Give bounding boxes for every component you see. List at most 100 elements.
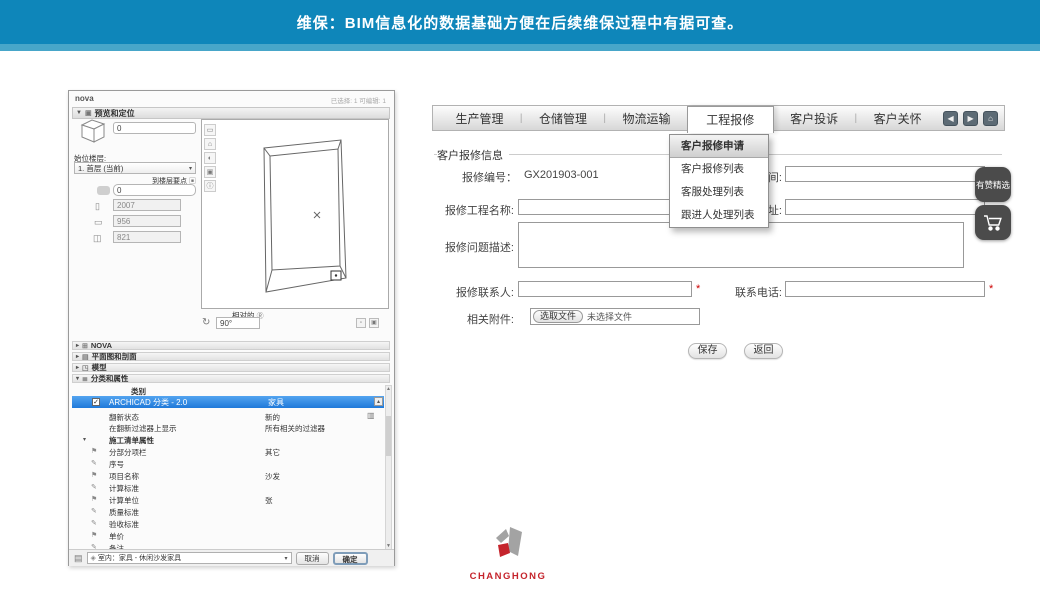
view-toggle-1-icon[interactable]: ▫: [356, 318, 366, 328]
row-spinner-icon[interactable]: ▴: [374, 397, 383, 406]
classification-panel-icon: ≣: [82, 375, 88, 383]
menu-item-repair-request[interactable]: 客户报修申请: [670, 135, 768, 158]
nav-home-icon[interactable]: ⌂: [983, 111, 998, 126]
nav-forward-icon[interactable]: ▶: [963, 111, 978, 126]
viewport-toolbar: ▭ ⌂ ◐ ▣ ⓘ: [204, 124, 217, 192]
depth-dimension-icon: ◫: [93, 233, 102, 244]
changhong-wordmark: CHANGHONG: [468, 571, 548, 582]
attachment-label: 相关附件:: [444, 311, 514, 327]
elevation-icon: [97, 186, 110, 195]
dialog-selection-note: 已选择: 1 可编辑: 1: [331, 95, 386, 105]
finish-time-input[interactable]: [785, 166, 985, 182]
menu-item-repair-list[interactable]: 客户报修列表: [670, 158, 768, 181]
repair-webapp: 生产管理 | 仓储管理 | 物流运输 工程报修 客户投诉 | 客户关怀 ◀ ▶ …: [432, 105, 1005, 390]
menu-item-service-list[interactable]: 客服处理列表: [670, 181, 768, 204]
form-section-title: 客户报修信息: [437, 147, 509, 163]
library-icon: ▤: [74, 553, 83, 564]
property-flag-icon: ⚑: [91, 471, 97, 479]
tab-engineering-repair[interactable]: 工程报修: [687, 106, 774, 133]
element-path-dropdown[interactable]: ◈ 室内：家具 - 休闲沙发家具 ▾: [87, 552, 292, 564]
offset-input[interactable]: [113, 122, 196, 134]
panel-floorplan-section[interactable]: ▸ ▤ 平面图和剖面: [72, 352, 390, 361]
classification-selected-row[interactable]: ✓ ARCHICAD 分类 - 2.0 家具 ▴: [72, 396, 384, 408]
home-story-value: 1. 首层 (当前): [78, 163, 123, 174]
menu-item-follow-list[interactable]: 跟进人处理列表: [670, 204, 768, 227]
dialog-footer: ▤ ◈ 室内：家具 - 休闲沙发家具 ▾ 取消 确定: [69, 549, 394, 566]
changhong-emblem-icon: [489, 524, 527, 564]
property-pencil-icon: ✎: [91, 507, 97, 515]
expand-triangle-icon: ▸: [76, 342, 79, 349]
panel-classification-properties[interactable]: ▾ ≣ 分类和属性: [72, 374, 390, 383]
property-pencil-icon: ✎: [91, 519, 97, 527]
panel-model[interactable]: ▸ ◳ 模型: [72, 363, 390, 372]
banner-bottom-strip: [0, 44, 1040, 51]
property-flag-icon: ⚑: [91, 447, 97, 455]
main-tab-bar: 生产管理 | 仓储管理 | 物流运输 工程报修 客户投诉 | 客户关怀 ◀ ▶ …: [432, 105, 1005, 131]
marquee-view-icon[interactable]: ▭: [204, 124, 216, 136]
shopping-cart-icon: [983, 214, 1003, 232]
phone-input[interactable]: [785, 281, 985, 297]
tab-customer-complaint[interactable]: 客户投诉: [774, 110, 855, 127]
scroll-up-icon[interactable]: ▲: [386, 386, 391, 393]
expand-triangle-icon: ▸: [76, 353, 79, 360]
problem-desc-label: 报修问题描述:: [432, 239, 514, 255]
preview-viewport[interactable]: ▭ ⌂ ◐ ▣ ⓘ: [201, 119, 389, 309]
classification-name: ARCHICAD 分类 - 2.0: [109, 397, 187, 408]
back-button[interactable]: 返回: [744, 343, 783, 359]
phone-label: 联系电话:: [712, 284, 782, 300]
cancel-button[interactable]: 取消: [296, 552, 329, 565]
photo-view-icon[interactable]: ▣: [204, 166, 216, 178]
required-asterisk: *: [989, 283, 993, 295]
home-story-dropdown[interactable]: 1. 首层 (当前) ▾: [74, 162, 196, 174]
cart-float-button[interactable]: [975, 205, 1011, 240]
3d-view-icon[interactable]: ◐: [204, 152, 216, 164]
floorplan-panel-icon: ▤: [82, 353, 89, 361]
dimension-2-input[interactable]: [113, 215, 181, 227]
repair-no-label: 报修编号：: [462, 169, 517, 185]
view-toggle-2-icon[interactable]: ▣: [369, 318, 379, 328]
nav-back-icon[interactable]: ◀: [943, 111, 958, 126]
tab-warehouse[interactable]: 仓储管理: [523, 110, 604, 127]
no-file-text: 未选择文件: [587, 310, 632, 323]
ok-button[interactable]: 确定: [333, 552, 368, 565]
top-banner: 维保：BIM信息化的数据基础方便在后续维保过程中有据可查。: [0, 0, 1040, 44]
dropdown-arrow-icon: ▾: [285, 555, 288, 562]
property-flag-icon: ⚑: [91, 495, 97, 503]
checkbox-icon[interactable]: ✓: [92, 398, 100, 406]
project-addr-input[interactable]: [785, 199, 985, 215]
object-preview-cube-icon: [76, 116, 108, 146]
dialog-title: nova: [75, 94, 94, 103]
project-name-input[interactable]: [518, 199, 692, 215]
contact-input[interactable]: [518, 281, 692, 297]
panel-preview-and-positioning[interactable]: ▼ ▣ 预览和定位: [72, 107, 390, 119]
changhong-logo: CHANGHONG: [468, 524, 548, 582]
rotate-icon[interactable]: ↻: [202, 317, 210, 328]
info-icon[interactable]: ⓘ: [204, 180, 216, 192]
tab-customer-care[interactable]: 客户关怀: [857, 110, 938, 127]
property-pencil-icon: ✎: [91, 483, 97, 491]
elevation-input[interactable]: [113, 184, 196, 196]
collapse-triangle-icon: ▾: [83, 436, 86, 443]
property-flag-icon: ⚑: [91, 531, 97, 539]
properties-scrollbar[interactable]: ▲ ▼: [385, 385, 392, 551]
tab-production[interactable]: 生产管理: [439, 110, 520, 127]
angle-input[interactable]: [216, 317, 260, 329]
repair-dropdown-menu: 客户报修申请 客户报修列表 客服处理列表 跟进人处理列表: [669, 134, 769, 228]
renovation-columns-icon: ▥: [367, 411, 375, 420]
tab-logistics[interactable]: 物流运输: [606, 110, 687, 127]
choose-file-button[interactable]: 选取文件: [533, 310, 583, 323]
nova-panel-icon: ⊞: [82, 342, 88, 350]
dimension-1-input[interactable]: [113, 199, 181, 211]
project-name-label: 报修工程名称:: [432, 202, 514, 218]
dimension-3-input[interactable]: [113, 231, 181, 243]
save-button[interactable]: 保存: [688, 343, 727, 359]
scrollbar-thumb[interactable]: [386, 416, 391, 456]
promo-float-button[interactable]: 有赞精选: [975, 167, 1011, 202]
home-view-icon[interactable]: ⌂: [204, 138, 216, 150]
width-dimension-icon: ▭: [94, 217, 103, 228]
problem-desc-textarea[interactable]: [518, 222, 964, 268]
object-wireframe-drawing: [202, 120, 388, 308]
model-panel-icon: ◳: [82, 364, 89, 372]
panel-nova[interactable]: ▸ ⊞ NOVA: [72, 341, 390, 350]
height-dimension-icon: ▯: [95, 201, 100, 212]
